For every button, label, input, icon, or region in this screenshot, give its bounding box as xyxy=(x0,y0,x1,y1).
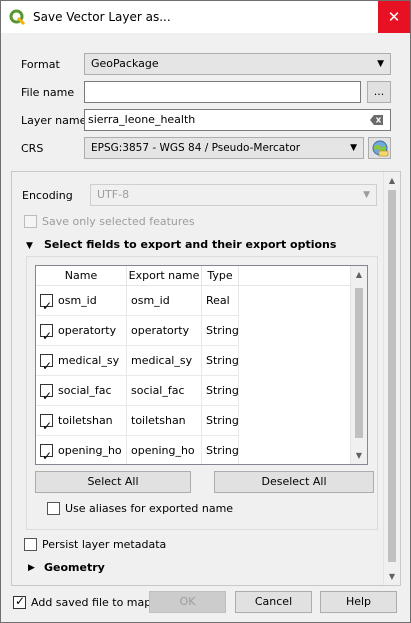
field-type: Real xyxy=(202,286,239,316)
select-all-button[interactable]: Select All xyxy=(35,471,191,493)
field-name: operatorty xyxy=(58,324,117,337)
field-checkbox[interactable] xyxy=(40,412,53,436)
table-row[interactable]: osm_id osm_id Real xyxy=(36,286,239,316)
field-checkbox[interactable] xyxy=(40,382,53,406)
field-export-name[interactable]: osm_id xyxy=(127,286,202,316)
add-saved-file-checkbox[interactable] xyxy=(13,594,26,609)
fields-group: Name Export name Type osm_id osm_id Real xyxy=(26,256,378,530)
field-checkbox[interactable] xyxy=(40,322,53,346)
field-checkbox[interactable] xyxy=(40,352,53,376)
scroll-up-icon[interactable]: ▲ xyxy=(351,266,367,283)
table-row[interactable]: opening_ho opening_ho String xyxy=(36,436,239,464)
encoding-value: UTF-8 xyxy=(97,188,130,201)
field-name: toiletshan xyxy=(58,414,113,427)
filename-label: File name xyxy=(21,86,75,99)
title-bar: Save Vector Layer as... ✕ xyxy=(1,1,410,33)
qgis-logo-icon xyxy=(9,9,25,25)
column-header-name[interactable]: Name xyxy=(36,266,127,286)
layername-label: Layer name xyxy=(21,114,87,127)
clear-text-icon[interactable] xyxy=(370,115,384,125)
use-aliases-label: Use aliases for exported name xyxy=(65,502,234,515)
browse-button[interactable]: ... xyxy=(367,81,391,103)
field-export-name[interactable]: opening_ho xyxy=(127,436,202,464)
column-header-type[interactable]: Type xyxy=(202,266,239,286)
table-row[interactable]: medical_sy medical_sy String xyxy=(36,346,239,376)
field-checkbox[interactable] xyxy=(40,442,53,464)
field-type: String xyxy=(202,316,239,346)
field-type: String xyxy=(202,406,239,436)
chevron-down-icon: ▼ xyxy=(363,190,370,200)
field-name: opening_ho xyxy=(58,444,122,457)
geometry-section-title[interactable]: Geometry xyxy=(44,561,105,574)
field-export-name[interactable]: toiletshan xyxy=(127,406,202,436)
fields-table[interactable]: Name Export name Type osm_id osm_id Real xyxy=(35,265,368,465)
scroll-down-icon[interactable]: ▼ xyxy=(384,568,400,585)
close-button[interactable]: ✕ xyxy=(378,1,410,33)
chevron-down-icon: ▼ xyxy=(377,59,384,69)
encoding-select[interactable]: UTF-8 ▼ xyxy=(90,184,377,206)
field-name: osm_id xyxy=(58,294,97,307)
expand-arrow-icon[interactable]: ▶ xyxy=(28,563,35,573)
save-vector-layer-dialog: Save Vector Layer as... ✕ Format GeoPack… xyxy=(0,0,411,623)
fields-section-title[interactable]: Select fields to export and their export… xyxy=(44,238,336,251)
collapse-arrow-icon[interactable]: ▼ xyxy=(26,241,33,251)
deselect-all-button[interactable]: Deselect All xyxy=(214,471,374,493)
encoding-label: Encoding xyxy=(22,189,73,202)
crs-label: CRS xyxy=(21,142,44,155)
save-selected-checkbox[interactable] xyxy=(24,215,37,228)
layername-value: sierra_leone_health xyxy=(88,113,196,126)
scrollbar-thumb[interactable] xyxy=(388,190,396,562)
crs-selector-button[interactable] xyxy=(368,137,391,159)
format-label: Format xyxy=(21,58,60,71)
field-export-name[interactable]: social_fac xyxy=(127,376,202,406)
layername-input[interactable]: sierra_leone_health xyxy=(84,109,391,131)
persist-metadata-label: Persist layer metadata xyxy=(42,538,167,551)
format-select[interactable]: GeoPackage ▼ xyxy=(84,53,391,75)
ok-button[interactable]: OK xyxy=(149,591,226,613)
globe-icon xyxy=(372,140,388,157)
persist-metadata-checkbox[interactable] xyxy=(24,538,37,551)
table-row[interactable]: operatorty operatorty String xyxy=(36,316,239,346)
table-row[interactable]: toiletshan toiletshan String xyxy=(36,406,239,436)
options-scrollbar[interactable]: ▲ ▼ xyxy=(383,172,400,585)
table-header: Name Export name Type xyxy=(36,266,351,286)
field-name: medical_sy xyxy=(58,354,120,367)
column-header-export-name[interactable]: Export name xyxy=(127,266,202,286)
help-button[interactable]: Help xyxy=(320,591,397,613)
crs-select[interactable]: EPSG:3857 - WGS 84 / Pseudo-Mercator ▼ xyxy=(84,137,364,159)
use-aliases-checkbox[interactable] xyxy=(47,502,60,515)
add-saved-file-label: Add saved file to map xyxy=(31,596,152,609)
format-value: GeoPackage xyxy=(91,57,159,70)
field-checkbox[interactable] xyxy=(40,292,53,316)
chevron-down-icon: ▼ xyxy=(350,143,357,153)
save-selected-label: Save only selected features xyxy=(42,215,195,228)
field-type: String xyxy=(202,436,239,464)
field-type: String xyxy=(202,346,239,376)
crs-value: EPSG:3857 - WGS 84 / Pseudo-Mercator xyxy=(91,142,301,154)
field-export-name[interactable]: operatorty xyxy=(127,316,202,346)
table-scrollbar[interactable]: ▲ ▼ xyxy=(350,266,367,464)
field-type: String xyxy=(202,376,239,406)
options-panel[interactable]: Encoding UTF-8 ▼ Save only selected feat… xyxy=(11,171,401,586)
filename-input[interactable] xyxy=(84,81,361,103)
field-name: social_fac xyxy=(58,384,112,397)
field-export-name[interactable]: medical_sy xyxy=(127,346,202,376)
table-row[interactable]: social_fac social_fac String xyxy=(36,376,239,406)
window-title: Save Vector Layer as... xyxy=(33,10,171,24)
scrollbar-thumb[interactable] xyxy=(355,288,363,438)
scroll-down-icon[interactable]: ▼ xyxy=(351,447,367,464)
cancel-button[interactable]: Cancel xyxy=(235,591,312,613)
scroll-up-icon[interactable]: ▲ xyxy=(384,172,400,189)
